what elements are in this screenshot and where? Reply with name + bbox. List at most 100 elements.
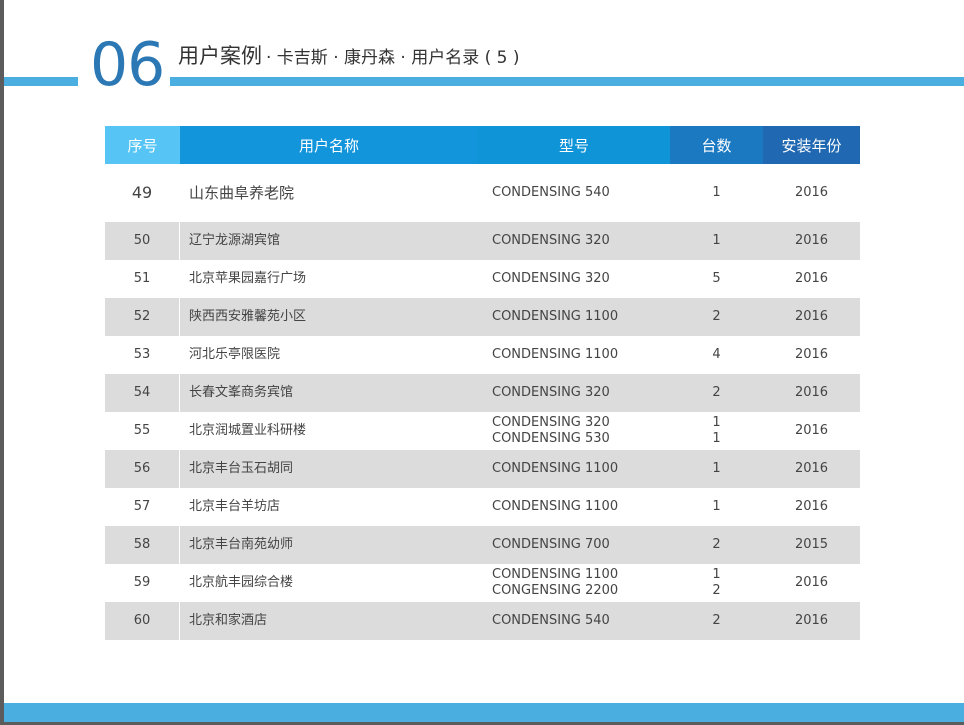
model-value: CONDENSING 540 [492,185,610,200]
header-user-name: 用户名称 [180,126,478,164]
table-row: 55 北京润城置业科研楼 CONDENSING 320 CONDENSING 530 1… [105,412,860,450]
user-name: 山东曲阜养老院 [189,184,295,202]
model-value: CONDENSING 1100 [492,567,619,582]
section-number: 06 [90,30,165,100]
install-year: 2016 [794,233,829,248]
quantity-cell: 1 [670,222,763,260]
quantity-value: 1 [712,431,721,446]
quantity-value: 5 [712,271,721,286]
model-cell: CONDENSING 320 [478,260,670,298]
table-row: 57 北京丰台羊坊店 CONDENSING 1100 1 2016 [105,488,860,526]
install-year: 2016 [794,575,829,590]
model-cell: CONDENSING 1100 [478,298,670,336]
row-number: 50 [105,222,180,260]
model-value: CONDENSING 1100 [492,499,619,514]
model-cell: CONDENSING 1100 [478,336,670,374]
user-name: 北京丰台羊坊店 [189,499,281,514]
model-value: CONDENSING 320 [492,271,610,286]
user-name: 北京和家酒店 [189,613,268,628]
quantity-value: 2 [712,309,721,324]
model-cell: CONDENSING 540 [478,602,670,640]
install-year: 2016 [794,271,829,286]
row-number: 57 [105,488,180,526]
install-year: 2016 [794,461,829,476]
table-row: 58 北京丰台南苑幼师 CONDENSING 700 2 2015 [105,526,860,564]
install-year: 2016 [794,613,829,628]
user-name: 北京航丰园综合楼 [189,575,294,590]
row-number: 55 [105,412,180,450]
row-number: 54 [105,374,180,412]
quantity-cell: 12 [670,564,763,602]
user-name: 北京苹果园嘉行广场 [189,271,307,286]
header-accent-bar-right [170,77,964,86]
row-number: 53 [105,336,180,374]
user-name: 陕西西安雅馨苑小区 [189,309,307,324]
install-year: 2016 [794,185,829,200]
user-name: 长春文峯商务宾馆 [189,385,294,400]
quantity-value: 2 [712,613,721,628]
table-body: 49 山东曲阜养老院 CONDENSING 540 1 2016 50 辽宁龙源湖宾馆 CON… [105,164,860,640]
header-model: 型号 [478,126,670,164]
user-name: 河北乐亭限医院 [189,347,281,362]
user-name: 辽宁龙源湖宾馆 [189,233,281,248]
quantity-value: 2 [712,537,721,552]
model-cell: CONDENSING 320 CONDENSING 530 [478,412,670,450]
quantity-value: 1 [712,461,721,476]
model-value: CONDENSING 1100 [492,309,619,324]
header-no: 序号 [105,126,180,164]
quantity-cell: 2 [670,602,763,640]
user-name: 北京润城置业科研楼 [189,423,307,438]
model-value: CONDENSING 1100 [492,461,619,476]
model-value: CONDENSING 320 [492,233,610,248]
model-cell: CONDENSING 540 [478,164,670,222]
model-cell: CONDENSING 1100 [478,450,670,488]
user-name: 北京丰台玉石胡同 [189,461,294,476]
page-title-main: 用户案例 [178,44,262,68]
quantity-value: 1 [712,567,721,582]
row-number: 49 [105,164,180,222]
quantity-value: 4 [712,347,721,362]
model-value: CONDENSING 540 [492,613,610,628]
row-number: 59 [105,564,180,602]
table-row: 50 辽宁龙源湖宾馆 CONDENSING 320 1 2016 [105,222,860,260]
header-quantity: 台数 [670,126,763,164]
model-cell: CONDENSING 1100 CONGENSING 2200 [478,564,670,602]
user-list-table: 序号 用户名称 型号 台数 安装年份 49 山东曲阜养老院 CONDENSING 5… [105,126,860,640]
table-row: 54 长春文峯商务宾馆 CONDENSING 320 2 2016 [105,374,860,412]
install-year: 2016 [794,309,829,324]
header-install-year: 安装年份 [763,126,860,164]
model-value: CONDENSING 530 [492,431,610,446]
table-header: 序号 用户名称 型号 台数 安装年份 [105,126,860,164]
install-year: 2016 [794,423,829,438]
table-row: 60 北京和家酒店 CONDENSING 540 2 2016 [105,602,860,640]
footer-accent-bar [4,703,964,722]
install-year: 2016 [794,347,829,362]
table-row: 56 北京丰台玉石胡同 CONDENSING 1100 1 2016 [105,450,860,488]
quantity-value: 2 [712,583,721,598]
quantity-cell: 2 [670,374,763,412]
quantity-cell: 1 [670,488,763,526]
user-name: 北京丰台南苑幼师 [189,537,294,552]
quantity-cell: 2 [670,526,763,564]
header-accent-bar-left [4,77,78,86]
model-value: CONDENSING 320 [492,385,610,400]
quantity-cell: 4 [670,336,763,374]
table-row: 52 陕西西安雅馨苑小区 CONDENSING 1100 2 2016 [105,298,860,336]
page-title-sub: · 卡吉斯 · 康丹森 · 用户名录 ( 5 ) [266,48,520,68]
quantity-value: 2 [712,385,721,400]
model-cell: CONDENSING 1100 [478,488,670,526]
quantity-value: 1 [712,185,721,200]
quantity-cell: 11 [670,412,763,450]
model-value: CONDENSING 320 [492,415,610,430]
table-row: 53 河北乐亭限医院 CONDENSING 1100 4 2016 [105,336,860,374]
page-title: 用户案例 · 卡吉斯 · 康丹森 · 用户名录 ( 5 ) [178,40,520,74]
model-value: CONDENSING 700 [492,537,610,552]
row-number: 51 [105,260,180,298]
row-number: 60 [105,602,180,640]
quantity-cell: 5 [670,260,763,298]
quantity-value: 1 [712,499,721,514]
quantity-cell: 2 [670,298,763,336]
table-row: 49 山东曲阜养老院 CONDENSING 540 1 2016 [105,164,860,222]
install-year: 2015 [794,537,829,552]
install-year: 2016 [794,385,829,400]
